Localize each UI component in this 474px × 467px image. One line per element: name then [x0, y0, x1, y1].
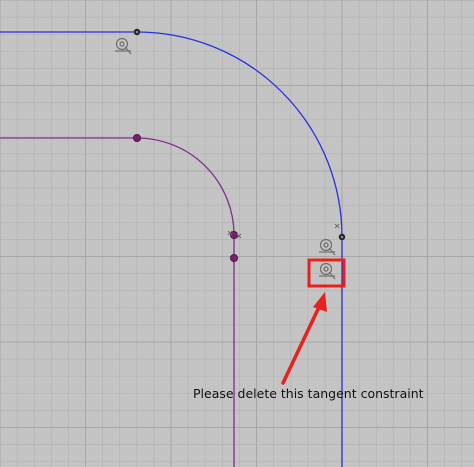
purple-sketch-curve[interactable]: [0, 137, 235, 467]
sketch-point[interactable]: [132, 133, 141, 142]
tangent-constraint-icon[interactable]: [319, 262, 336, 280]
tangent-constraint-icon[interactable]: [115, 37, 132, 55]
annotation-text: Please delete this tangent constraint: [193, 386, 424, 401]
sketch-point[interactable]: [338, 233, 346, 241]
sketch-point[interactable]: [133, 28, 141, 36]
coincident-constraint-icon[interactable]: [334, 223, 340, 229]
annotation-arrow-icon: [281, 292, 327, 385]
tangent-constraint-icon[interactable]: [319, 238, 336, 256]
sketch-point[interactable]: [229, 253, 238, 262]
